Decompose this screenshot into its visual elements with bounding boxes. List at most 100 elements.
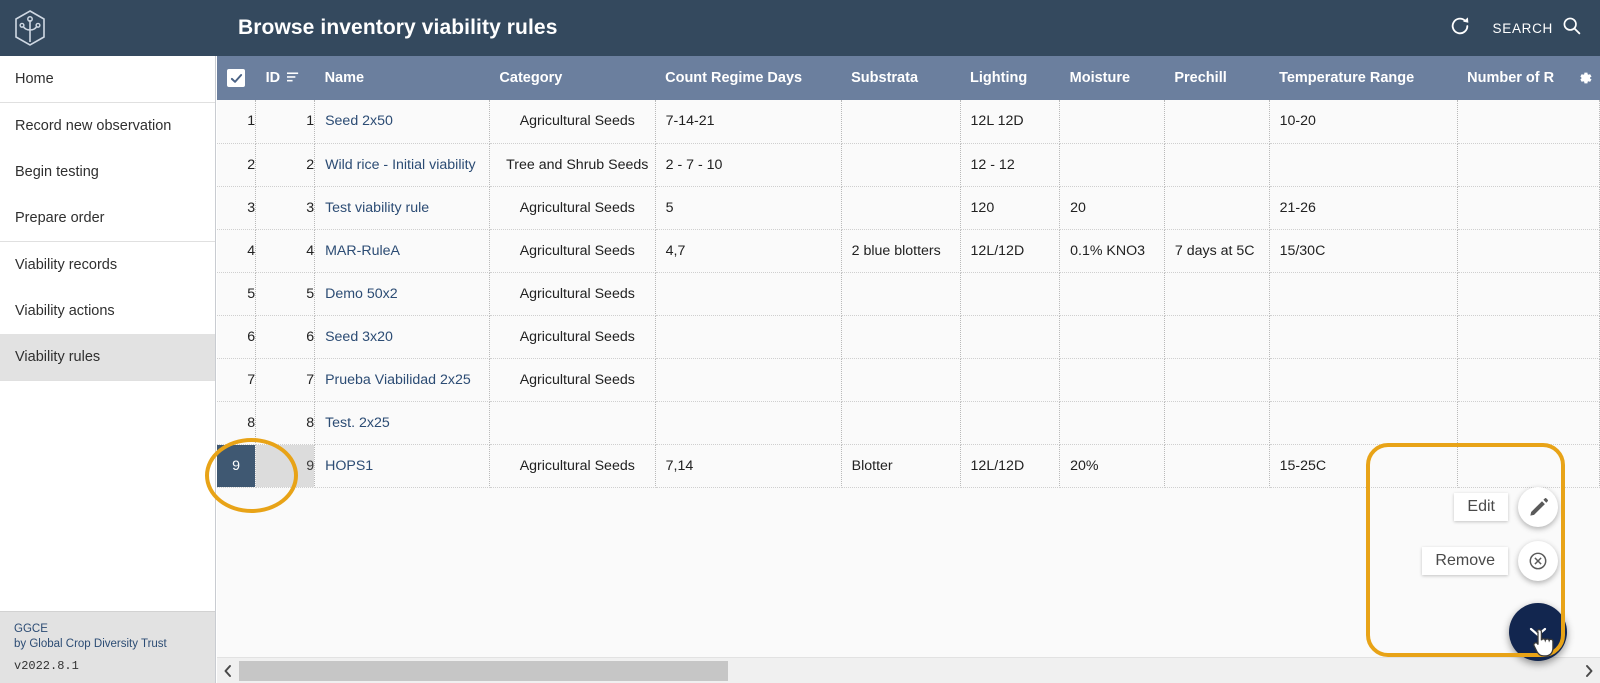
scrollbar-thumb[interactable] xyxy=(239,660,728,681)
chevron-right-icon xyxy=(1586,664,1593,677)
floating-action-menu: Edit Remove xyxy=(1422,487,1567,661)
rule-name-link[interactable]: Test. 2x25 xyxy=(325,415,390,431)
rule-name-link[interactable]: Seed 2x50 xyxy=(325,113,393,129)
column-header-category[interactable]: Category xyxy=(489,56,656,100)
horizontal-scrollbar[interactable] xyxy=(217,657,1600,683)
cell-prechill xyxy=(1164,401,1270,445)
row-number-cell[interactable]: 2 xyxy=(217,143,257,187)
sidebar-item-viability-rules[interactable]: Viability rules xyxy=(0,334,215,380)
table-row[interactable]: 6 6 Seed 3x20 Agricultural Seeds xyxy=(217,315,1600,359)
sidebar-item-prepare-order[interactable]: Prepare order xyxy=(0,195,215,241)
rule-name-link[interactable]: MAR-RuleA xyxy=(325,243,400,259)
row-number-cell[interactable]: 8 xyxy=(217,401,257,445)
search-button[interactable]: SEARCH xyxy=(1493,15,1582,41)
cell-name[interactable]: Test. 2x25 xyxy=(314,401,490,445)
column-header-id[interactable]: ID xyxy=(255,56,315,100)
sidebar-item-begin-testing[interactable]: Begin testing xyxy=(0,149,215,195)
cell-name[interactable]: Wild rice - Initial viability xyxy=(314,143,490,187)
cell-count-regime-days xyxy=(655,401,842,445)
cell-name[interactable]: Seed 2x50 xyxy=(314,100,490,144)
scroll-left-button[interactable] xyxy=(217,658,239,683)
remove-button[interactable] xyxy=(1518,541,1558,581)
table-body: 1 1 Seed 2x50 Agricultural Seeds 7-14-21 12L … xyxy=(217,100,1600,488)
table-row[interactable]: 9 9 HOPS1 Agricultural Seeds 7,14 Blotter 12L/… xyxy=(217,444,1600,488)
column-header-temperature-range[interactable]: Temperature Range xyxy=(1269,56,1458,100)
app-root: Browse inventory viability rules SEARCH xyxy=(0,0,1600,683)
row-number-cell[interactable]: 6 xyxy=(217,315,257,359)
column-header-number-of-replicates[interactable]: Number of R xyxy=(1457,56,1600,100)
rule-name-link[interactable]: Test viability rule xyxy=(325,200,429,216)
cell-moisture: 0.1% KNO3 xyxy=(1059,229,1165,273)
table-header-row: ID Name Category Count Regime Days Subst… xyxy=(217,56,1600,100)
row-number-cell[interactable]: 1 xyxy=(217,100,257,144)
table-row[interactable]: 8 8 Test. 2x25 xyxy=(217,401,1600,445)
app-logo[interactable] xyxy=(0,0,60,56)
cell-number-of-rep xyxy=(1457,186,1600,230)
cell-id: 3 xyxy=(255,186,316,230)
cell-count-regime-days xyxy=(655,315,842,359)
cell-number-of-rep xyxy=(1457,444,1600,488)
footer-by-line: by Global Crop Diversity Trust xyxy=(14,638,167,650)
sidebar-item-label: Viability actions xyxy=(15,303,115,319)
rule-name-link[interactable]: HOPS1 xyxy=(325,458,373,474)
cell-name[interactable]: Test viability rule xyxy=(314,186,490,230)
rule-name-link[interactable]: Prueba Viabilidad 2x25 xyxy=(325,372,471,388)
column-header-moisture[interactable]: Moisture xyxy=(1059,56,1165,100)
app-header: Browse inventory viability rules SEARCH xyxy=(0,0,1600,56)
sidebar-item-record-new-observation[interactable]: Record new observation xyxy=(0,103,215,149)
rule-name-link[interactable]: Wild rice - Initial viability xyxy=(325,157,476,173)
column-header-lighting[interactable]: Lighting xyxy=(960,56,1060,100)
cell-name[interactable]: Prueba Viabilidad 2x25 xyxy=(314,358,490,402)
select-all-checkbox[interactable] xyxy=(227,69,245,87)
table-row[interactable]: 3 3 Test viability rule Agricultural Seeds 5… xyxy=(217,186,1600,230)
table-row[interactable]: 4 4 MAR-RuleA Agricultural Seeds 4,7 2 blue b… xyxy=(217,229,1600,273)
scrollbar-track[interactable] xyxy=(239,660,1578,681)
cell-id: 8 xyxy=(255,401,316,445)
scroll-right-button[interactable] xyxy=(1578,658,1600,683)
sort-icon[interactable] xyxy=(286,70,301,87)
cell-number-of-rep xyxy=(1457,229,1600,273)
column-header-prechill[interactable]: Prechill xyxy=(1164,56,1270,100)
table-row[interactable]: 1 1 Seed 2x50 Agricultural Seeds 7-14-21 12L … xyxy=(217,100,1600,144)
cell-substrata xyxy=(841,143,961,187)
cell-moisture: 20 xyxy=(1059,186,1165,230)
cell-category: Agricultural Seeds xyxy=(489,358,656,402)
row-number-cell[interactable]: 3 xyxy=(217,186,257,230)
cell-temperature-range: 15-25C xyxy=(1269,444,1458,488)
sidebar-item-viability-records[interactable]: Viability records xyxy=(0,242,215,288)
sidebar-item-viability-actions[interactable]: Viability actions xyxy=(0,288,215,334)
row-number-cell[interactable]: 7 xyxy=(217,358,257,402)
refresh-button[interactable] xyxy=(1449,15,1471,42)
cell-name[interactable]: Demo 50x2 xyxy=(314,272,490,316)
sidebar-item-label: Prepare order xyxy=(15,210,105,226)
rule-name-link[interactable]: Seed 3x20 xyxy=(325,329,393,345)
cell-prechill xyxy=(1164,358,1270,402)
column-header-count-regime-days[interactable]: Count Regime Days xyxy=(655,56,842,100)
edit-button[interactable] xyxy=(1518,487,1558,527)
cell-category: Agricultural Seeds xyxy=(489,315,656,359)
sidebar-item-label: Begin testing xyxy=(15,164,99,180)
table-container: ID Name Category Count Regime Days Subst… xyxy=(217,56,1600,683)
row-number-cell[interactable]: 4 xyxy=(217,229,257,273)
column-header-name[interactable]: Name xyxy=(314,56,490,100)
table-row[interactable]: 5 5 Demo 50x2 Agricultural Seeds xyxy=(217,272,1600,316)
column-header-substrata[interactable]: Substrata xyxy=(841,56,961,100)
refresh-icon xyxy=(1449,15,1471,42)
cell-name[interactable]: MAR-RuleA xyxy=(314,229,490,273)
row-number-cell[interactable]: 5 xyxy=(217,272,257,316)
cell-name[interactable]: HOPS1 xyxy=(314,444,490,488)
rule-name-link[interactable]: Demo 50x2 xyxy=(325,286,398,302)
cell-category: Agricultural Seeds xyxy=(489,100,656,144)
table-row[interactable]: 7 7 Prueba Viabilidad 2x25 Agricultural See… xyxy=(217,358,1600,402)
page-title: Browse inventory viability rules xyxy=(238,16,558,39)
cell-name[interactable]: Seed 3x20 xyxy=(314,315,490,359)
cell-temperature-range xyxy=(1269,272,1458,316)
sidebar-item-label: Home xyxy=(15,71,54,87)
fab-toggle-button[interactable] xyxy=(1509,603,1567,661)
sidebar-item-home[interactable]: Home xyxy=(0,56,215,102)
cell-moisture xyxy=(1059,401,1165,445)
row-number-cell[interactable]: 9 xyxy=(217,444,257,488)
cell-substrata: Blotter xyxy=(841,444,961,488)
table-settings-button[interactable] xyxy=(1575,69,1594,88)
table-row[interactable]: 2 2 Wild rice - Initial viability Tree and … xyxy=(217,143,1600,187)
